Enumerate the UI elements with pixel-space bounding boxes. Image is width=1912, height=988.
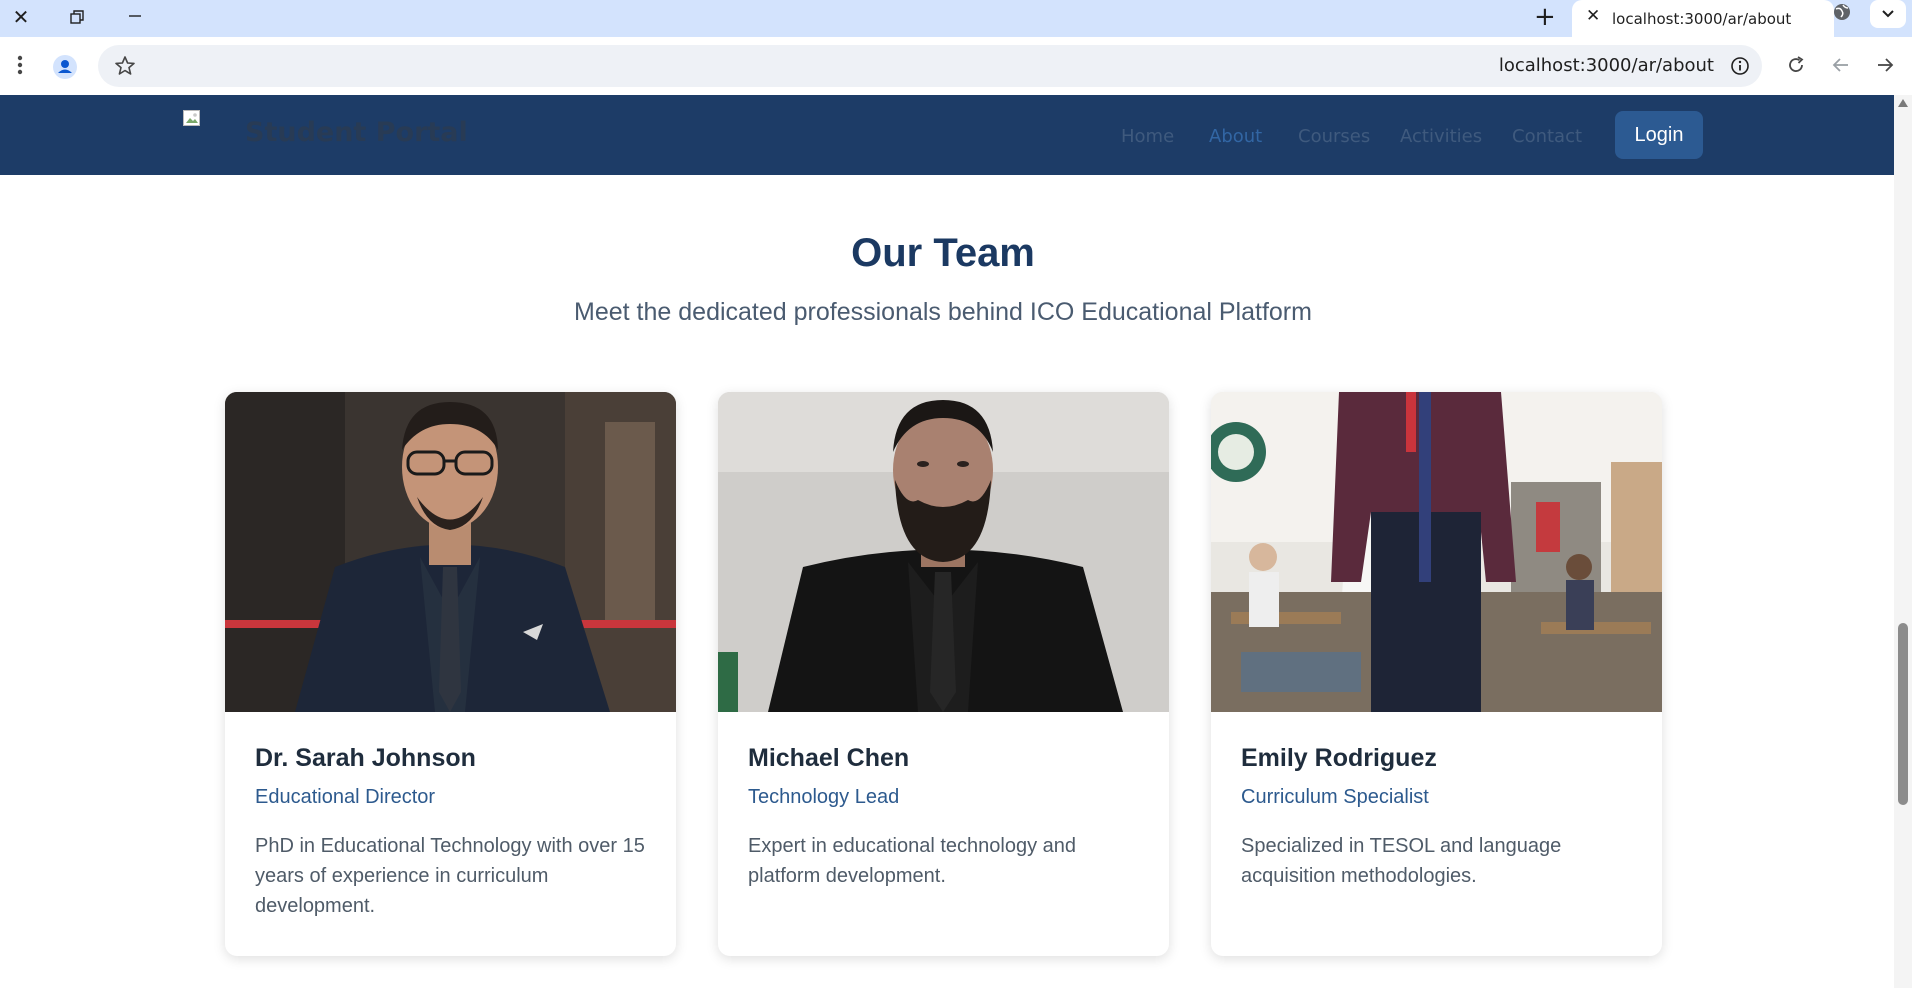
browser-toolbar: localhost:3000/ar/about [0, 37, 1912, 96]
site-navbar: Student Portal Home About Courses Activi… [0, 95, 1894, 175]
nav-link-about[interactable]: About [1209, 126, 1262, 147]
reload-icon[interactable] [1785, 54, 1807, 80]
section-subtitle: Meet the dedicated professionals behind … [574, 298, 1312, 326]
team-card: Dr. Sarah Johnson Educational Director P… [225, 392, 676, 956]
tab-strip: ✕ + ✕ localhost:3000/ar/about [0, 0, 1912, 37]
nav-link-home[interactable]: Home [1121, 126, 1174, 147]
team-card: Emily Rodriguez Curriculum Specialist Sp… [1211, 392, 1662, 956]
restore-icon[interactable] [62, 4, 92, 30]
tab-close-icon[interactable]: ✕ [1586, 6, 1600, 26]
team-member-role: Technology Lead [748, 786, 900, 808]
info-icon[interactable] [1730, 56, 1750, 80]
scrollbar-thumb[interactable] [1898, 623, 1908, 805]
team-member-name: Michael Chen [748, 744, 910, 772]
team-member-name: Dr. Sarah Johnson [255, 744, 476, 772]
forward-icon[interactable] [1874, 54, 1896, 80]
nav-link-courses[interactable]: Courses [1298, 126, 1370, 147]
login-button[interactable]: Login [1615, 111, 1703, 159]
tab-title: localhost:3000/ar/about [1612, 10, 1792, 28]
globe-icon[interactable] [1832, 2, 1852, 22]
profile-icon[interactable] [52, 54, 78, 84]
team-member-name: Emily Rodriguez [1241, 744, 1437, 772]
menu-dots-icon[interactable] [10, 54, 30, 80]
team-member-bio: PhD in Educational Technology with over … [255, 835, 645, 917]
section-title: Our Team [851, 231, 1035, 275]
url-text: localhost:3000/ar/about [1498, 55, 1714, 76]
tab-active[interactable]: ✕ localhost:3000/ar/about [1572, 0, 1834, 37]
nav-link-contact[interactable]: Contact [1512, 126, 1582, 147]
tab-search-button[interactable] [1870, 0, 1906, 28]
team-member-photo [718, 392, 1169, 712]
brand-name[interactable]: Student Portal [245, 117, 468, 148]
broken-logo-image [183, 110, 205, 130]
close-icon[interactable]: ✕ [6, 4, 36, 30]
new-tab-icon[interactable]: + [1534, 2, 1556, 32]
team-member-bio: Expert in educational technology and pla… [748, 835, 1077, 887]
page-viewport: Student Portal Home About Courses Activi… [0, 95, 1894, 988]
minimize-icon[interactable] [120, 4, 150, 30]
team-card: Michael Chen Technology Lead Expert in e… [718, 392, 1169, 956]
address-bar[interactable]: localhost:3000/ar/about [98, 45, 1762, 87]
team-member-photo [1211, 392, 1662, 712]
team-member-bio: Specialized in TESOL and language acquis… [1241, 835, 1562, 887]
nav-link-activities[interactable]: Activities [1400, 126, 1482, 147]
back-icon[interactable] [1830, 54, 1852, 80]
team-member-photo [225, 392, 676, 712]
star-icon[interactable] [114, 55, 136, 81]
scroll-up-arrow-icon[interactable] [1898, 99, 1908, 107]
team-member-role: Curriculum Specialist [1241, 786, 1429, 808]
team-member-role: Educational Director [255, 786, 436, 808]
page-scrollbar[interactable] [1894, 95, 1912, 988]
